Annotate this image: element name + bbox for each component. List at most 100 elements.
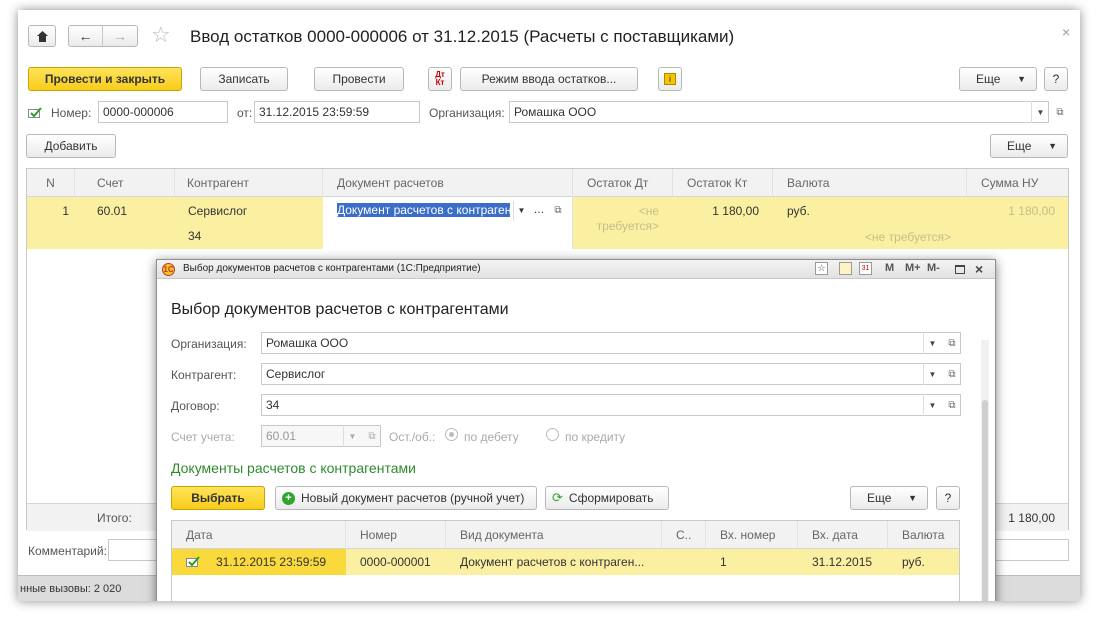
table-header: N Счет Контрагент Документ расчетов Оста… bbox=[27, 169, 1068, 197]
row-contract: 34 bbox=[188, 229, 202, 243]
dt-kt-icon: Дт Кт bbox=[435, 70, 445, 87]
form-button[interactable]: ⟳ Сформировать bbox=[545, 486, 669, 510]
dlg-contract-dropdown-icon[interactable]: ▼ bbox=[923, 394, 941, 416]
help-button[interactable]: ? bbox=[1044, 67, 1068, 91]
radio-credit-label: по кредиту bbox=[565, 430, 626, 444]
dialog-titlebar: 1С Выбор документов расчетов с контраген… bbox=[157, 260, 995, 279]
dlg-row-currency: руб. bbox=[902, 555, 925, 569]
dlg-col-doc-type[interactable]: Вид документа bbox=[446, 521, 662, 549]
post-and-close-button[interactable]: Провести и закрыть bbox=[28, 67, 182, 91]
row-sum-nu: 1 180,00 bbox=[1008, 204, 1055, 218]
row-n: 1 bbox=[62, 204, 69, 218]
report-icon: i bbox=[664, 73, 676, 85]
add-circle-icon: + bbox=[282, 491, 295, 505]
dlg-table-row[interactable]: 31.12.2015 23:59:59 0000-000001 Документ… bbox=[172, 549, 959, 575]
status-text: нные вызовы: 2 020 bbox=[20, 583, 122, 595]
report-button[interactable]: i bbox=[658, 67, 682, 91]
table-more-button[interactable]: Еще ▼ bbox=[990, 134, 1068, 158]
favorite-star-icon[interactable]: ☆ bbox=[151, 24, 171, 46]
chevron-down-icon: ▼ bbox=[1017, 74, 1026, 84]
row-contractor: Сервислог bbox=[188, 204, 248, 218]
dlg-row-in-number: 1 bbox=[720, 555, 727, 569]
col-ostatok-kt[interactable]: Остаток Кт bbox=[673, 169, 773, 197]
memory-mplus-button[interactable]: М+ bbox=[905, 262, 921, 274]
document-dropdown-icon[interactable]: ▼ bbox=[513, 201, 529, 221]
row-currency: руб. bbox=[787, 204, 810, 218]
number-label: Номер: bbox=[51, 106, 92, 120]
dlg-account-dropdown-icon: ▼ bbox=[343, 425, 361, 447]
dlg-more-label: Еще bbox=[867, 491, 892, 505]
dlg-more-button[interactable]: Еще ▼ bbox=[850, 486, 928, 510]
dialog-scrollbar[interactable] bbox=[981, 340, 989, 601]
document-open-icon[interactable]: ⧉ bbox=[550, 201, 566, 221]
back-button[interactable]: ← bbox=[69, 26, 104, 46]
dt-kt-button[interactable]: Дт Кт bbox=[428, 67, 452, 91]
dlg-col-c[interactable]: С.. bbox=[662, 521, 706, 549]
posted-doc-icon bbox=[28, 107, 42, 122]
document-cell-editor[interactable]: Документ расчетов с контраген ▼ … ⧉ bbox=[323, 197, 573, 249]
dlg-col-number[interactable]: Номер bbox=[346, 521, 446, 549]
dialog-close-icon[interactable]: × bbox=[975, 260, 983, 279]
posted-doc-icon bbox=[186, 556, 200, 567]
number-field[interactable]: 0000-000006 bbox=[98, 101, 228, 123]
post-button[interactable]: Провести bbox=[314, 67, 404, 91]
dlg-contractor-open-icon[interactable]: ⧉ bbox=[943, 363, 961, 385]
save-button[interactable]: Записать bbox=[200, 67, 288, 91]
calculator-icon[interactable] bbox=[839, 262, 852, 275]
dlg-col-currency[interactable]: Валюта bbox=[888, 521, 961, 549]
form-label: Сформировать bbox=[568, 491, 654, 505]
radio-debit bbox=[445, 428, 458, 441]
new-document-button[interactable]: + Новый документ расчетов (ручной учет) bbox=[275, 486, 537, 510]
memory-mminus-button[interactable]: М- bbox=[927, 262, 940, 274]
dlg-org-dropdown-icon[interactable]: ▼ bbox=[923, 332, 941, 354]
col-document[interactable]: Документ расчетов bbox=[323, 169, 573, 197]
close-icon[interactable]: × bbox=[1062, 24, 1070, 40]
col-sum-nu[interactable]: Сумма НУ bbox=[967, 169, 1070, 197]
dlg-row-doc-type: Документ расчетов с контраген... bbox=[460, 555, 645, 569]
col-currency[interactable]: Валюта bbox=[773, 169, 967, 197]
dlg-contractor-field[interactable]: Сервислог bbox=[261, 363, 961, 385]
window-title: Ввод остатков 0000-000006 от 31.12.2015 … bbox=[190, 27, 735, 46]
document-select-icon[interactable]: … bbox=[531, 201, 547, 221]
col-ostatok-dt[interactable]: Остаток Дт bbox=[573, 169, 673, 197]
organization-open-icon[interactable]: ⧉ bbox=[1051, 101, 1069, 123]
more-label: Еще bbox=[976, 72, 1001, 86]
add-button[interactable]: Добавить bbox=[26, 134, 116, 158]
choose-button[interactable]: Выбрать bbox=[171, 486, 265, 510]
dialog-titlebar-text: Выбор документов расчетов с контрагентам… bbox=[183, 263, 481, 274]
dlg-col-date[interactable]: Дата bbox=[172, 521, 346, 549]
dlg-col-in-date[interactable]: Вх. дата bbox=[798, 521, 888, 549]
selection-dialog: 1С Выбор документов расчетов с контраген… bbox=[156, 259, 996, 601]
maximize-icon[interactable] bbox=[955, 265, 965, 274]
calendar-icon[interactable]: 31 bbox=[859, 262, 872, 275]
date-field[interactable]: 31.12.2015 23:59:59 bbox=[254, 101, 420, 123]
dlg-row-in-date: 31.12.2015 bbox=[812, 555, 873, 569]
balance-mode-button[interactable]: Режим ввода остатков... bbox=[460, 67, 638, 91]
dlg-ostob-label: Ост./об.: bbox=[389, 430, 436, 444]
dlg-contract-field[interactable]: 34 bbox=[261, 394, 961, 416]
col-account[interactable]: Счет bbox=[75, 169, 175, 197]
col-n[interactable]: N bbox=[27, 169, 75, 197]
dlg-org-open-icon[interactable]: ⧉ bbox=[943, 332, 961, 354]
new-document-label: Новый документ расчетов (ручной учет) bbox=[301, 491, 525, 505]
nav-buttons: ← → bbox=[68, 25, 138, 47]
more-button[interactable]: Еще ▼ bbox=[959, 67, 1037, 91]
dlg-contract-open-icon[interactable]: ⧉ bbox=[943, 394, 961, 416]
organization-field[interactable]: Ромашка ООО bbox=[509, 101, 1049, 123]
forward-button[interactable]: → bbox=[103, 26, 137, 46]
col-contractor[interactable]: Контрагент bbox=[175, 169, 323, 197]
table-row[interactable]: 1 60.01 Сервислог 34 Документ расчетов с… bbox=[27, 197, 1068, 249]
organization-dropdown-icon[interactable]: ▼ bbox=[1031, 101, 1049, 123]
radio-credit bbox=[546, 428, 559, 441]
dialog-scrollbar-thumb[interactable] bbox=[982, 400, 988, 601]
dlg-help-button[interactable]: ? bbox=[936, 486, 960, 510]
dlg-col-in-number[interactable]: Вх. номер bbox=[706, 521, 798, 549]
home-button[interactable] bbox=[28, 25, 56, 47]
dlg-org-field[interactable]: Ромашка ООО bbox=[261, 332, 961, 354]
dlg-contractor-dropdown-icon[interactable]: ▼ bbox=[923, 363, 941, 385]
radio-debit-label: по дебету bbox=[464, 430, 519, 444]
memory-m-button[interactable]: М bbox=[885, 262, 894, 274]
favorite-icon[interactable]: ☆ bbox=[815, 262, 828, 275]
radio-debit-dot bbox=[449, 432, 454, 437]
document-selected-text[interactable]: Документ расчетов с контраген bbox=[337, 203, 510, 217]
